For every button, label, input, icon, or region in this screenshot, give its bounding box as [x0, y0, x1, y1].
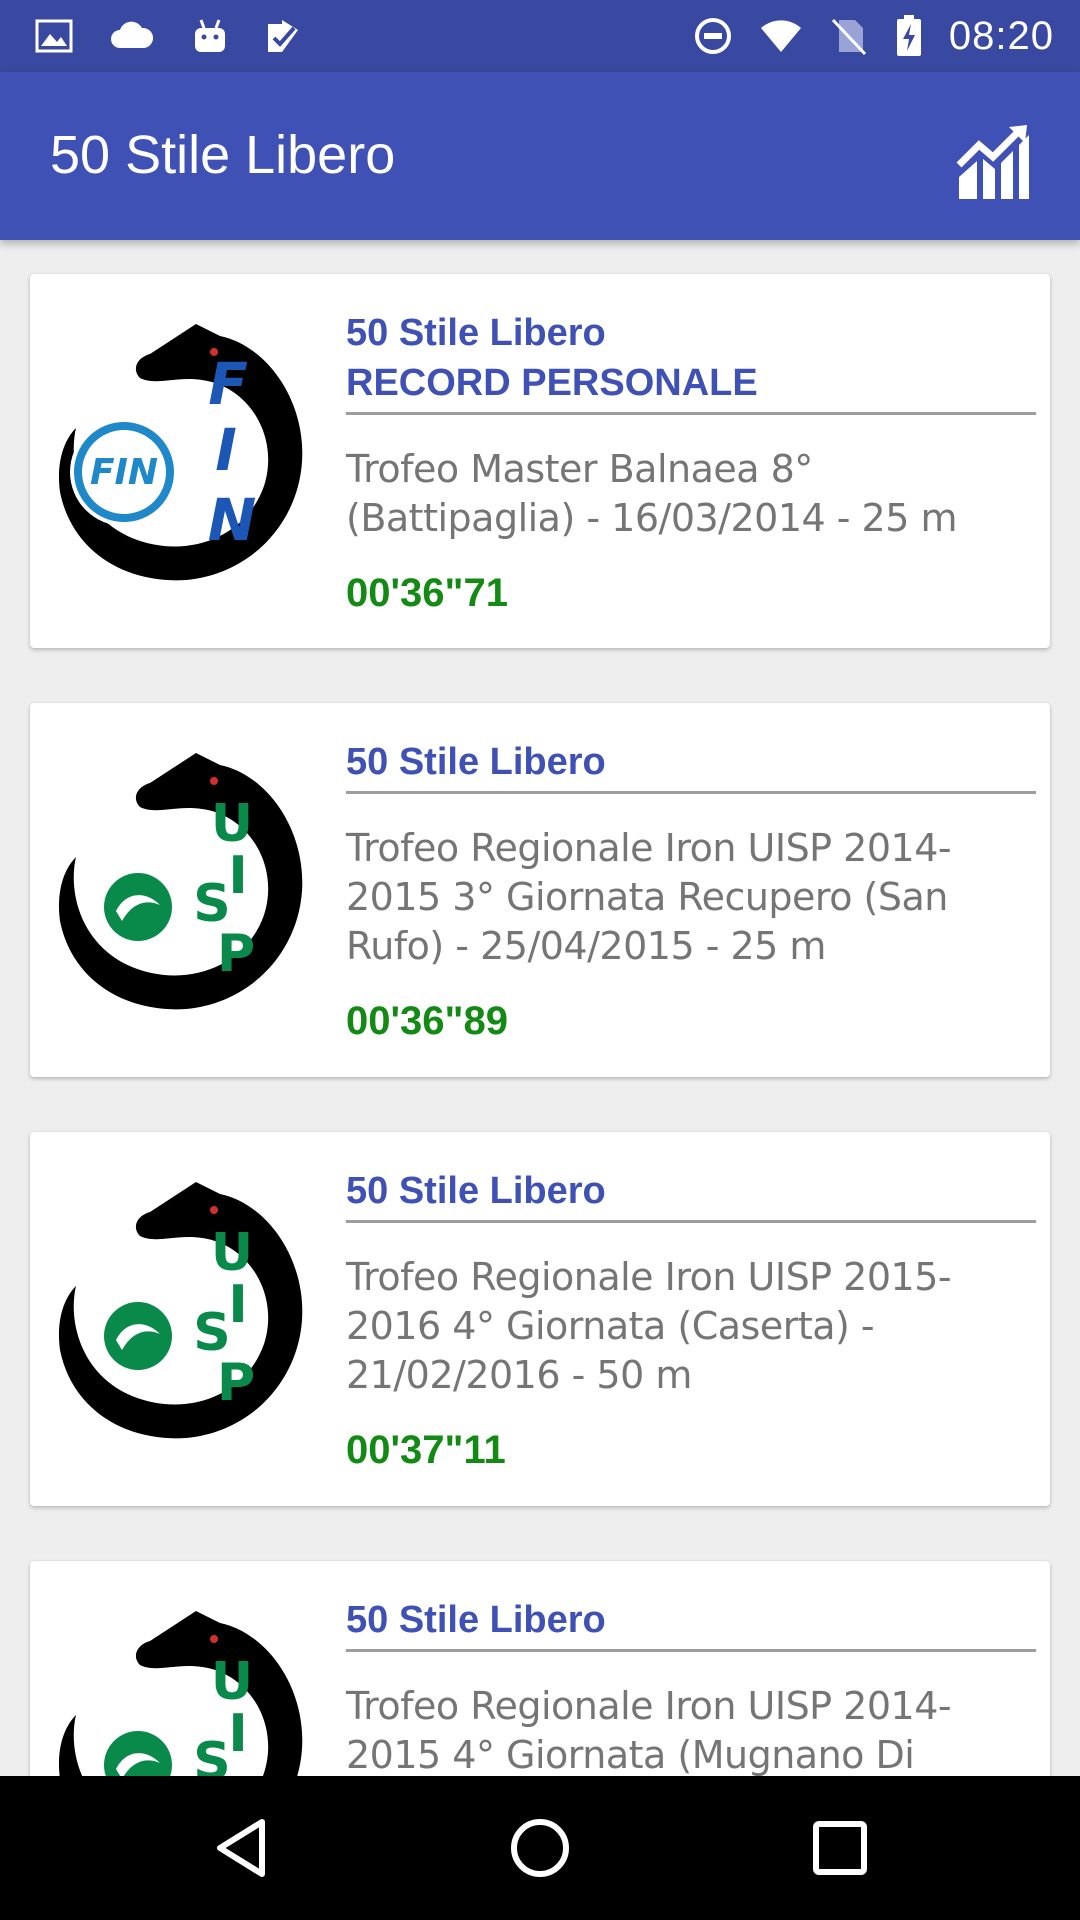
event-name: 50 Stile Libero — [346, 312, 606, 354]
svg-text:P: P — [217, 924, 255, 984]
app-bar: 50 Stile Libero — [0, 72, 1080, 240]
svg-text:I: I — [228, 846, 247, 906]
result-card[interactable]: FIN F I N 50 Stile Libero RECORD PERSONA… — [30, 274, 1050, 648]
result-title: 50 Stile Libero — [346, 737, 1036, 794]
no-sim-icon — [831, 18, 866, 56]
statistics-button[interactable] — [950, 118, 1036, 204]
record-label: RECORD PERSONALE — [346, 362, 758, 404]
svg-text:U: U — [211, 1652, 253, 1712]
clock: 08:20 — [948, 13, 1054, 58]
recents-icon[interactable] — [804, 1812, 876, 1884]
chart-trend-icon — [956, 125, 1029, 199]
swim-time: 00'36"89 — [346, 999, 508, 1043]
meet-description: Trofeo Regionale Iron UISP 2015-2016 4° … — [346, 1255, 952, 1397]
meet-description: Trofeo Regionale Iron UISP 2014-2015 4° … — [346, 1684, 952, 1776]
result-title: 50 Stile Libero RECORD PERSONALE — [346, 308, 1036, 415]
result-title: 50 Stile Libero — [346, 1166, 1036, 1223]
uisp-logo: U I S P — [59, 1611, 303, 1776]
svg-text:FIN: FIN — [90, 452, 158, 493]
cloud-icon — [111, 21, 154, 48]
meet-description: Trofeo Master Balnaea 8° (Battipaglia) -… — [346, 447, 958, 540]
svg-text:I: I — [215, 416, 237, 484]
battery-charging-icon — [896, 15, 921, 56]
task-check-icon — [268, 20, 298, 52]
svg-text:U: U — [211, 1223, 253, 1283]
home-icon[interactable] — [504, 1812, 576, 1884]
result-card[interactable]: U I S P 50 Stile Libero Trofeo Regionale… — [30, 1132, 1050, 1506]
svg-text:N: N — [208, 486, 257, 554]
uisp-logo: U I S P — [58, 1182, 303, 1439]
back-icon[interactable] — [206, 1812, 278, 1884]
page-title: 50 Stile Libero — [50, 125, 396, 185]
image-icon — [35, 19, 73, 53]
uisp-logo: U I S P — [58, 753, 303, 1010]
svg-text:P: P — [217, 1353, 255, 1413]
svg-text:U: U — [211, 794, 253, 854]
swim-time: 00'36"71 — [346, 571, 508, 615]
svg-text:S: S — [193, 1732, 230, 1776]
results-list[interactable]: FIN F I N 50 Stile Libero RECORD PERSONA… — [0, 240, 1080, 1776]
meet-description: Trofeo Regionale Iron UISP 2014-2015 3° … — [346, 826, 952, 968]
android-icon — [195, 19, 225, 52]
fin-logo: FIN F I N — [58, 324, 303, 581]
do-not-disturb-icon — [694, 18, 731, 54]
status-bar: 08:20 — [0, 0, 1080, 72]
swim-time: 00'37"11 — [346, 1428, 506, 1472]
result-card[interactable]: U I S P 50 Stile Libero Trofeo Regionale… — [30, 1561, 1050, 1776]
svg-text:F: F — [208, 350, 248, 418]
result-title: 50 Stile Libero — [346, 1595, 1036, 1652]
navigation-bar — [0, 1776, 1080, 1920]
svg-text:I: I — [228, 1275, 247, 1335]
result-card[interactable]: U I S P 50 Stile Libero Trofeo Regionale… — [30, 703, 1050, 1077]
wifi-icon — [760, 20, 801, 52]
svg-text:I: I — [228, 1704, 247, 1764]
